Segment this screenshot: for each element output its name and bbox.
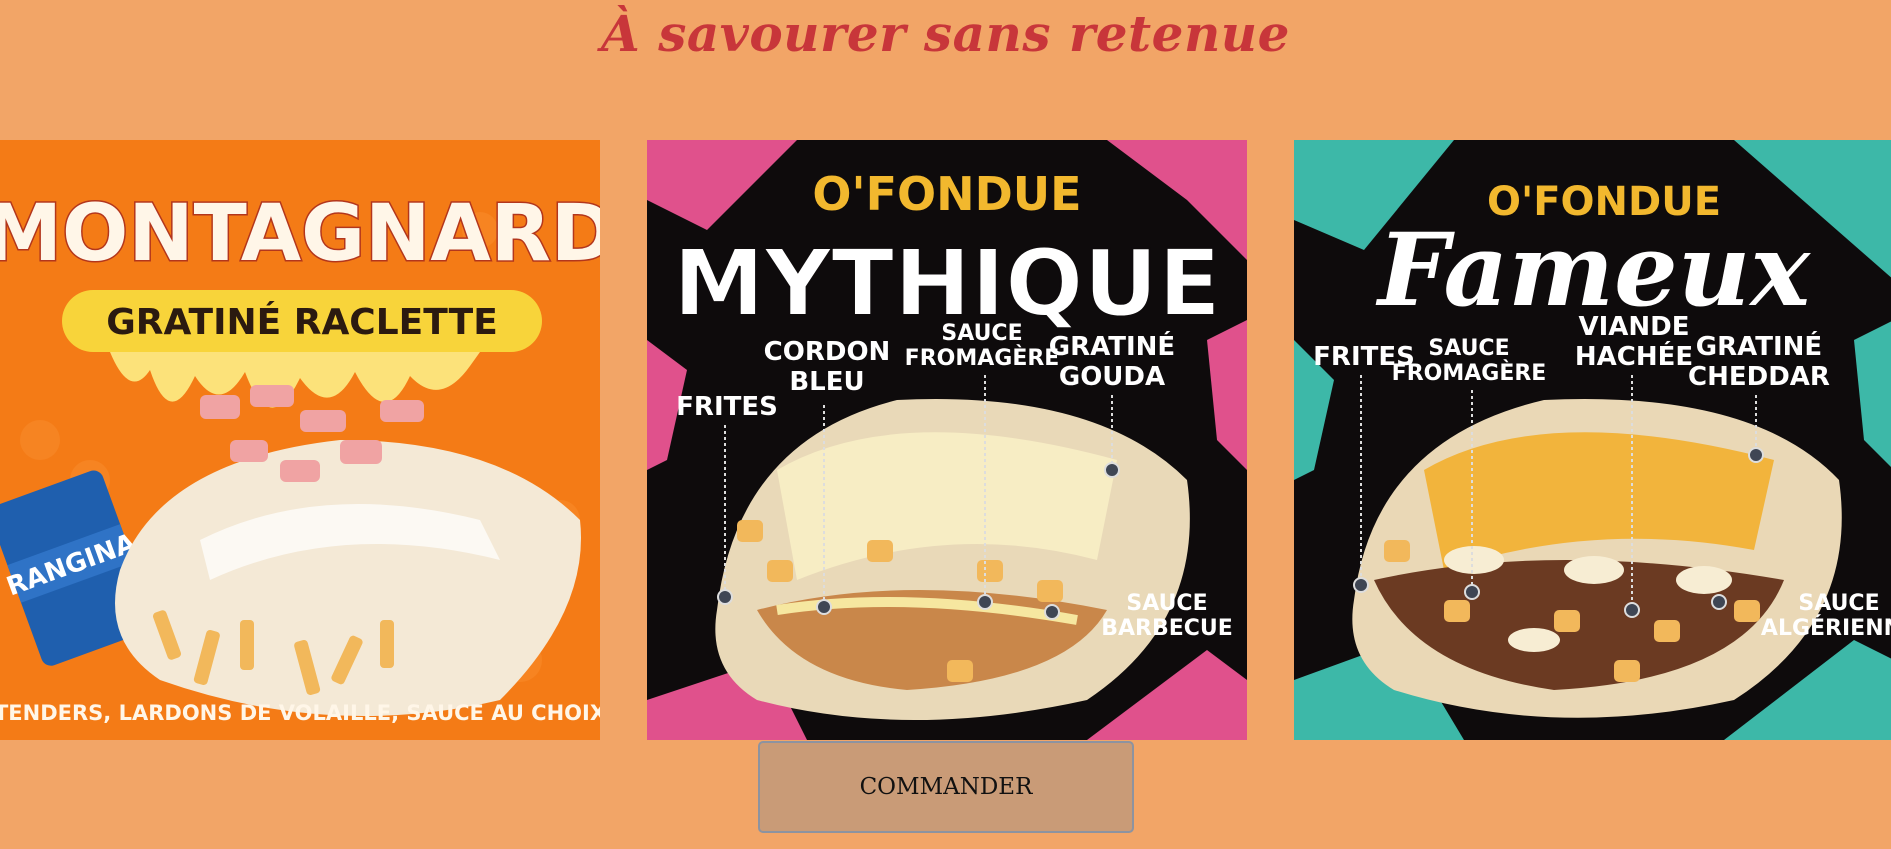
product-image-mythique[interactable]: O'FONDUE MYTHIQUE FRITES CORDON BLEU SAU… (647, 140, 1247, 740)
mythique-label-gratine: GRATINÉ (1049, 330, 1175, 362)
mythique-label-sauce-2: SAUCE (1126, 591, 1207, 616)
mythique-label-barbecue: BARBECUE (1101, 616, 1233, 641)
montagnard-caption: TENDERS, LARDONS DE VOLAILLE, SAUCE AU C… (0, 701, 600, 725)
mythique-label-gouda: GOUDA (1059, 362, 1165, 392)
fameux-label-fromagere: FROMAGÈRE (1392, 360, 1547, 386)
fameux-label-sauce-2: SAUCE (1798, 591, 1879, 616)
fameux-label-cheddar: CHEDDAR (1688, 362, 1830, 392)
montagnard-subtitle: GRATINÉ RACLETTE (106, 301, 498, 343)
montagnard-title: MONTAGNARD (0, 189, 600, 279)
mythique-label-bleu: BLEU (789, 367, 864, 397)
fameux-label-viande: VIANDE (1578, 312, 1689, 342)
fameux-label-hachee: HACHÉE (1575, 340, 1693, 372)
fameux-label-gratine: GRATINÉ (1696, 330, 1822, 362)
product-image-montagnard[interactable]: MONTAGNARD GRATINÉ RACLETTE RANGINA TEND… (0, 140, 600, 740)
mythique-brand: O'FONDUE (812, 167, 1081, 221)
mythique-label-sauce: SAUCE (941, 321, 1022, 346)
mythique-label-fromagere: FROMAGÈRE (905, 345, 1060, 371)
mythique-label-cordon: CORDON (764, 337, 891, 367)
order-button[interactable]: COMMANDER (758, 741, 1134, 833)
fameux-label-sauce: SAUCE (1428, 336, 1509, 361)
mythique-label-frites: FRITES (676, 392, 778, 422)
fameux-label-algerienne: ALGÉRIENNE (1761, 615, 1891, 641)
page-title: À savourer sans retenue (601, 4, 1290, 63)
product-image-fameux[interactable]: O'FONDUE Fameux FRITES SAUCE FROMAGÈRE V… (1294, 140, 1891, 740)
